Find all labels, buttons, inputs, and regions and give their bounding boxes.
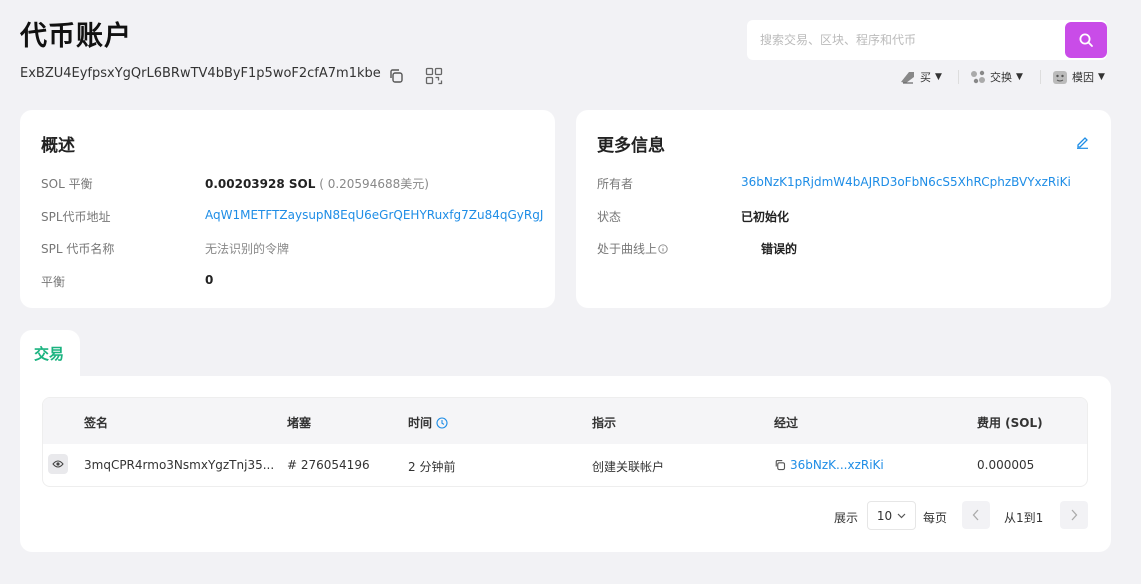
col-by: 经过 (774, 416, 799, 430)
prev-page-button[interactable] (962, 501, 990, 529)
spl-token-name-label: SPL 代币名称 (41, 242, 115, 256)
transactions-table: 签名 堵塞 时间 指示 经过 费用 (SOL) 3mqCPR4rmo3NsmxY… (42, 397, 1088, 487)
time-value: 2 分钟前 (408, 460, 456, 474)
doge-avatar-icon (1053, 71, 1067, 84)
fee-value: 0.000005 (977, 458, 1035, 472)
swap-icon (971, 70, 985, 84)
qr-code-icon[interactable] (424, 66, 444, 86)
more-info-card: 更多信息 所有者 36bNzK1pRjdmW4bAJRD3oFbN6cS5XhR… (576, 110, 1111, 308)
mode-menu[interactable]: 模因 ▼ (1052, 68, 1105, 86)
status-label: 状态 (597, 210, 622, 224)
spl-token-address-link[interactable]: AqW1METFTZaysupN8EqU6eGrQEHYRuxfg7Zu84qG… (205, 208, 543, 222)
on-curve-value: 错误的 (761, 242, 798, 256)
more-info-title: 更多信息 (597, 136, 665, 156)
sol-balance-amount: 0.00203928 SOL (205, 177, 316, 191)
status-value: 已初始化 (741, 210, 790, 224)
on-curve-label: 处于曲线上 (597, 240, 668, 257)
buy-label: 买 (920, 71, 931, 84)
overview-title: 概述 (41, 136, 75, 156)
search-icon (1079, 33, 1093, 47)
swap-label: 交换 (990, 71, 1012, 84)
swap-menu[interactable]: 交换 ▼ (970, 68, 1023, 86)
col-instruction: 指示 (592, 416, 617, 430)
table-header: 签名 堵塞 时间 指示 经过 费用 (SOL) (43, 398, 1087, 444)
chevron-right-icon (1071, 509, 1078, 521)
by-link[interactable]: 36bNzK...xzRiKi (790, 458, 884, 472)
col-fee: 费用 (SOL) (977, 416, 1043, 430)
divider (958, 70, 959, 84)
clock-icon (436, 416, 448, 429)
search-button[interactable] (1065, 22, 1107, 58)
sol-balance-usd: ( 0.20594688美元) (319, 177, 429, 191)
chevron-down-icon (897, 513, 906, 518)
spl-token-address-label: SPL代币地址 (41, 210, 111, 224)
per-page-value: 10 (876, 508, 893, 523)
chevron-down-icon: ▼ (1098, 72, 1105, 82)
overview-card: 概述 SOL 平衡 0.00203928 SOL ( 0.20594688美元)… (20, 110, 555, 308)
chevron-left-icon (972, 509, 979, 521)
next-page-button[interactable] (1060, 501, 1088, 529)
block-link[interactable]: # 276054196 (287, 458, 370, 472)
buy-icon (901, 72, 914, 84)
copy-icon[interactable] (774, 459, 786, 471)
page-range: 从1到1 (1004, 511, 1044, 525)
show-label: 展示 (834, 511, 859, 525)
owner-label: 所有者 (597, 177, 634, 191)
divider (1040, 70, 1041, 84)
eye-icon[interactable] (48, 454, 68, 474)
info-icon[interactable] (658, 243, 668, 254)
chevron-down-icon: ▼ (1016, 72, 1023, 82)
on-curve-label-text: 处于曲线上 (597, 242, 658, 256)
balance-label: 平衡 (41, 275, 66, 289)
search-bar (747, 20, 1107, 60)
owner-link[interactable]: 36bNzK1pRjdmW4bAJRD3oFbN6cS5XhRCphzBVYxz… (741, 175, 1071, 189)
page-title: 代币账户 (20, 21, 132, 52)
signature-link[interactable]: 3mqCPR4rmo3NsmxYgzTnj35... (84, 458, 274, 472)
spl-token-name-value: 无法识别的令牌 (205, 242, 290, 256)
tab-transactions[interactable]: 交易 (20, 330, 80, 380)
col-time[interactable]: 时间 (408, 414, 448, 431)
sol-balance-label: SOL 平衡 (41, 177, 93, 191)
per-page-select[interactable]: 10 (867, 501, 916, 530)
edit-icon[interactable] (1072, 132, 1092, 152)
balance-value: 0 (205, 273, 214, 287)
instruction-value: 创建关联帐户 (592, 460, 665, 474)
mode-label: 模因 (1072, 71, 1094, 84)
col-signature: 签名 (84, 416, 109, 430)
sol-balance-value: 0.00203928 SOL ( 0.20594688美元) (205, 175, 429, 192)
by-cell: 36bNzK...xzRiKi (774, 458, 884, 472)
col-block: 堵塞 (287, 416, 312, 430)
copy-icon[interactable] (386, 66, 406, 86)
chevron-down-icon: ▼ (935, 72, 942, 82)
buy-menu[interactable]: 买 ▼ (900, 68, 942, 86)
col-time-label: 时间 (408, 416, 433, 430)
account-address: ExBZU4EyfpsxYgQrL6BRwTV4bByF1p5woF2cfA7m… (20, 66, 381, 81)
search-input[interactable] (747, 20, 1065, 60)
per-page-label: 每页 (923, 511, 948, 525)
